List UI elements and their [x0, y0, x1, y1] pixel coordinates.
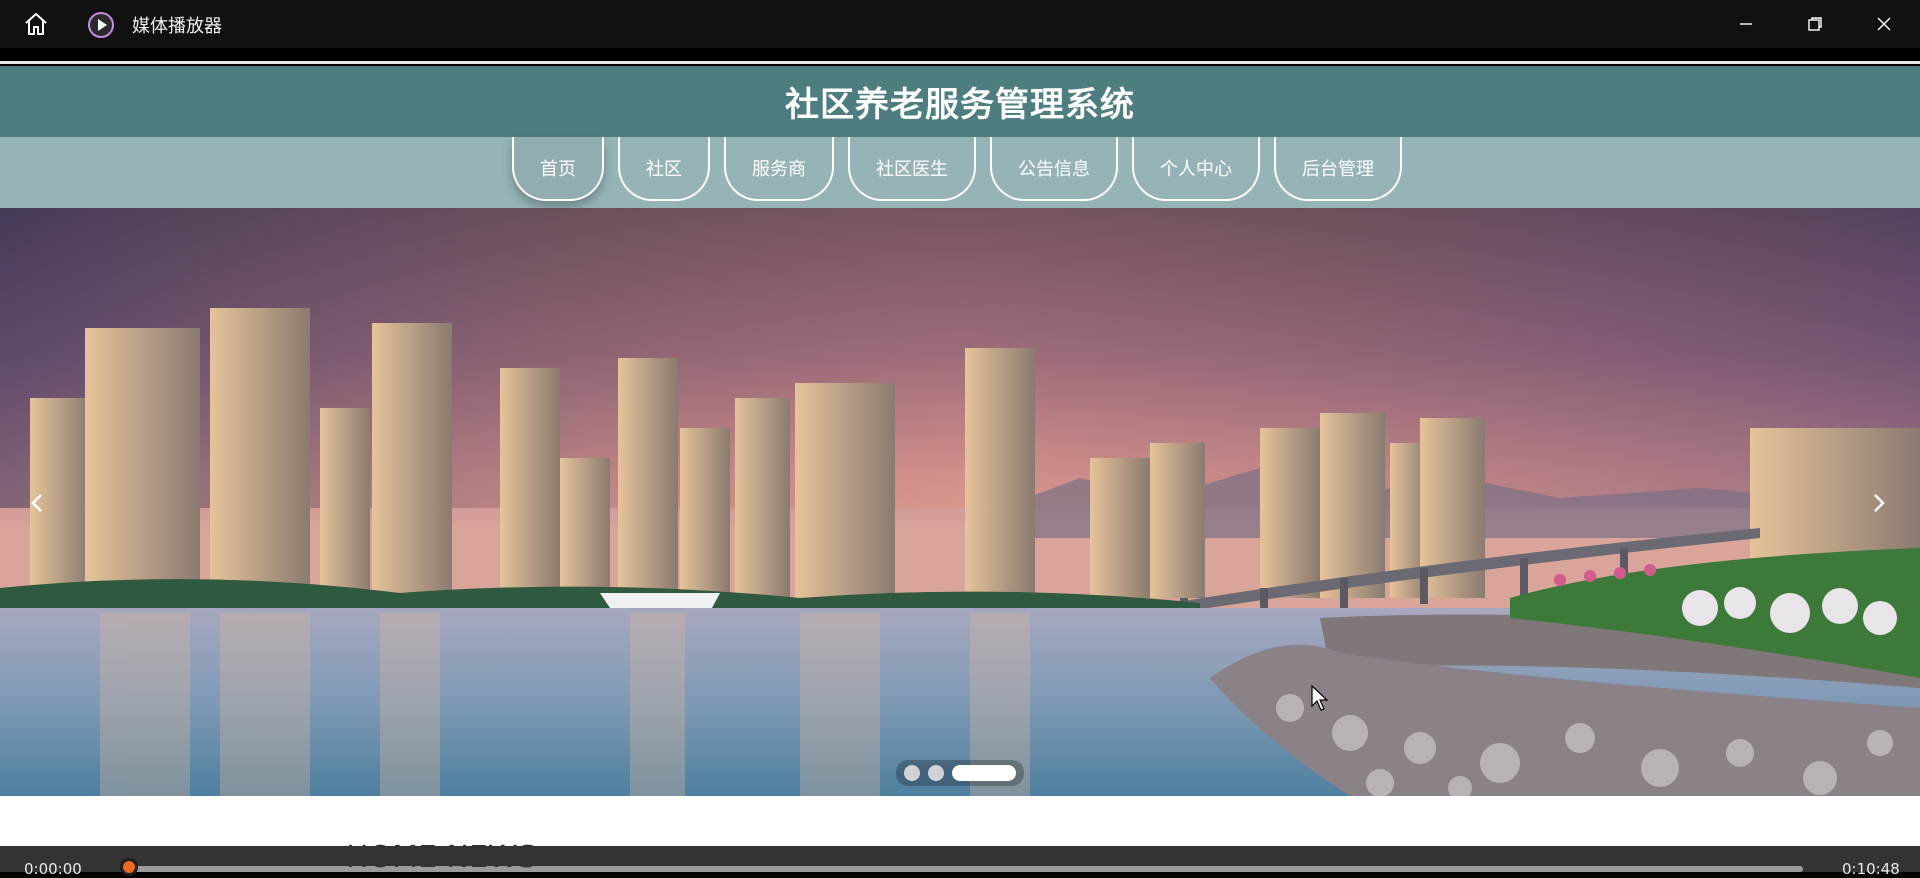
window-title: 媒体播放器 — [132, 16, 222, 37]
carousel-prev-button[interactable] — [22, 488, 52, 518]
total-time: 0:10:48 — [1842, 860, 1900, 878]
carousel-indicators — [896, 760, 1024, 786]
nav-item-community-doctor[interactable]: 社区医生 — [848, 137, 976, 201]
video-frame: 社区养老服务管理系统 首页 社区 服务商 社区医生 公告信息 个人中心 后台管理 — [0, 66, 1920, 846]
carousel-dot-3[interactable] — [952, 765, 1016, 781]
window-titlebar: 媒体播放器 — [0, 0, 1920, 48]
media-player-icon — [86, 10, 116, 40]
player-control-bar: 0:00:00 0:10:48 — [0, 846, 1920, 878]
nav-item-personal-center[interactable]: 个人中心 — [1132, 137, 1260, 201]
chevron-left-icon — [31, 494, 42, 512]
carousel-dot-2[interactable] — [928, 765, 944, 781]
section-heading: HOME NEWS — [346, 840, 537, 875]
current-time: 0:00:00 — [24, 860, 82, 878]
minimize-button[interactable] — [1722, 8, 1770, 40]
divider-line — [0, 61, 1920, 64]
site-header: 社区养老服务管理系统 — [0, 66, 1920, 137]
home-icon[interactable] — [18, 10, 54, 38]
nav-item-service-provider[interactable]: 服务商 — [724, 137, 834, 201]
carousel-banner — [0, 208, 1920, 796]
carousel-dot-1[interactable] — [904, 765, 920, 781]
site-title: 社区养老服务管理系统 — [785, 85, 1135, 125]
nav-item-announcements[interactable]: 公告信息 — [990, 137, 1118, 201]
seek-thumb[interactable] — [120, 858, 138, 876]
carousel-next-button[interactable] — [1864, 488, 1894, 518]
nav-item-community[interactable]: 社区 — [618, 137, 710, 201]
mouse-cursor-icon — [1311, 684, 1329, 711]
banner-image — [0, 208, 1920, 796]
content-area — [0, 796, 1920, 846]
nav-item-home[interactable]: 首页 — [512, 137, 604, 201]
restore-button[interactable] — [1791, 8, 1839, 40]
chevron-right-icon — [1874, 494, 1885, 512]
site-nav: 首页 社区 服务商 社区医生 公告信息 个人中心 后台管理 — [0, 137, 1920, 208]
close-button[interactable] — [1860, 8, 1908, 40]
nav-item-admin[interactable]: 后台管理 — [1274, 137, 1402, 201]
